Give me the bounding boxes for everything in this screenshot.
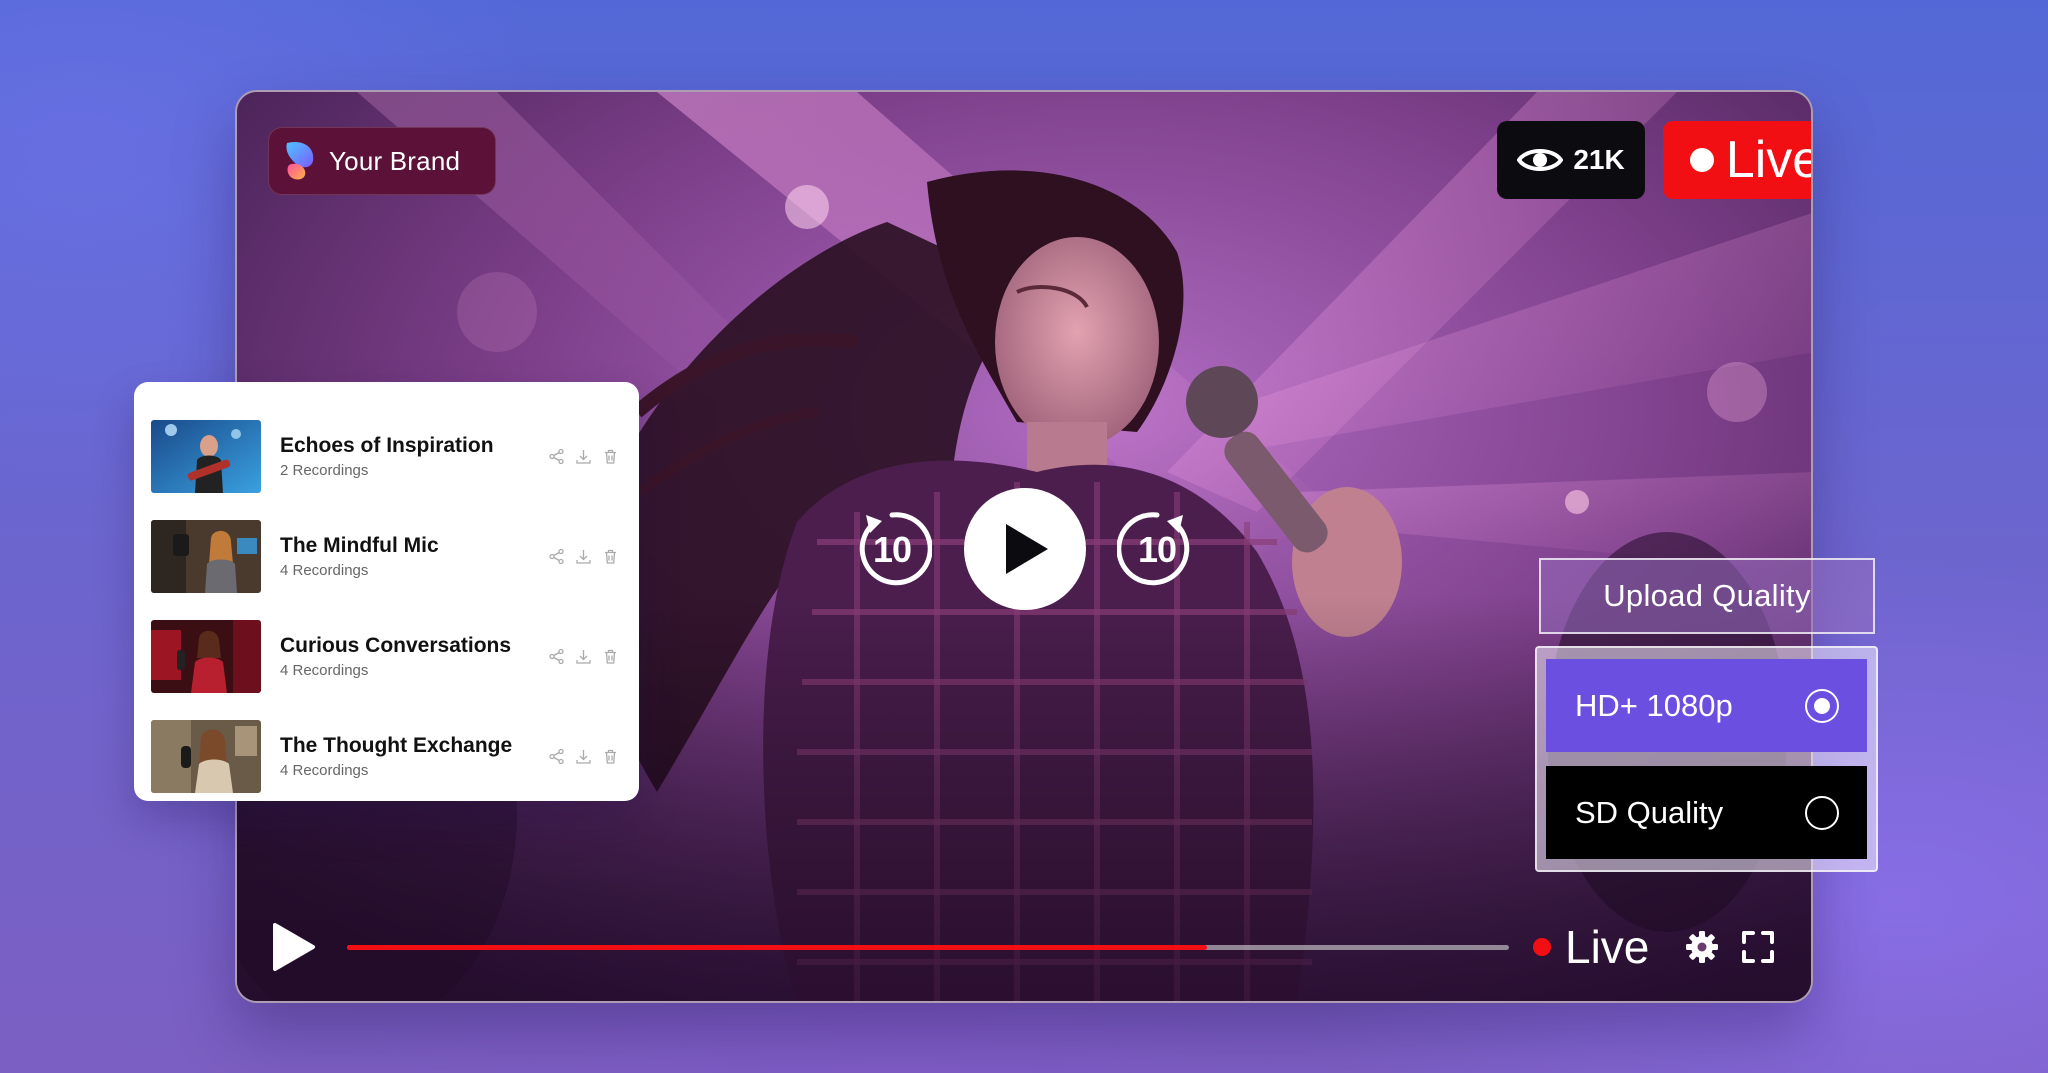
list-item[interactable]: Echoes of Inspiration 2 Recordings: [151, 406, 619, 506]
thumbnail: [151, 719, 261, 793]
recording-title: The Mindful Mic: [280, 533, 439, 557]
recording-title: The Thought Exchange: [280, 733, 513, 757]
center-playback-controls: 10 10: [852, 487, 1197, 611]
forward-10-button[interactable]: 10: [1116, 509, 1197, 589]
live-badge: Live: [1663, 121, 1813, 199]
quality-option-label: HD+ 1080p: [1575, 687, 1733, 723]
viewer-count: 21K: [1573, 144, 1625, 175]
viewer-count-badge: 21K: [1497, 121, 1645, 199]
progress-fill: [347, 944, 1207, 950]
play-icon[interactable]: [269, 921, 317, 973]
quality-option-sd[interactable]: SD Quality: [1546, 766, 1867, 859]
list-item[interactable]: Curious Conversations 4 Recordings: [151, 606, 619, 706]
brand-badge: Your Brand: [268, 127, 496, 195]
item-actions: [548, 648, 619, 665]
rewind-10-label: 10: [872, 529, 912, 570]
eye-icon: [1517, 149, 1564, 171]
live-status-label: Live: [1565, 921, 1650, 973]
share-icon[interactable]: [548, 548, 565, 565]
progress-bar[interactable]: [347, 944, 1509, 950]
butterfly-logo-icon: [286, 141, 314, 180]
player-control-bar: Live: [269, 915, 1779, 979]
radio-unselected[interactable]: [1805, 795, 1839, 830]
share-icon[interactable]: [548, 748, 565, 765]
thumbnail: [151, 519, 261, 593]
play-icon: [1005, 524, 1048, 574]
gear-icon[interactable]: [1685, 930, 1719, 964]
list-item[interactable]: The Thought Exchange 4 Recordings: [151, 706, 619, 806]
play-button[interactable]: [963, 488, 1086, 610]
quality-option-label: SD Quality: [1575, 794, 1724, 830]
share-icon[interactable]: [548, 448, 565, 465]
live-indicator-dot: [1689, 148, 1714, 172]
quality-option-hd[interactable]: HD+ 1080p: [1546, 659, 1867, 752]
item-actions: [548, 448, 619, 465]
brand-name: Your Brand: [329, 145, 461, 176]
download-icon[interactable]: [575, 548, 592, 565]
recording-title: Curious Conversations: [280, 633, 512, 657]
recordings-playlist: Echoes of Inspiration 2 Recordings The M…: [134, 382, 639, 801]
rewind-10-button[interactable]: 10: [852, 509, 933, 589]
recording-count: 2 Recordings: [280, 462, 369, 480]
item-actions: [548, 548, 619, 565]
download-icon[interactable]: [575, 448, 592, 465]
recording-title: Echoes of Inspiration: [280, 433, 494, 457]
download-icon[interactable]: [575, 648, 592, 665]
forward-10-label: 10: [1137, 529, 1177, 570]
item-actions: [548, 748, 619, 765]
share-icon[interactable]: [548, 648, 565, 665]
upload-quality-title: Upload Quality: [1603, 578, 1811, 613]
trash-icon[interactable]: [602, 748, 619, 765]
recording-count: 4 Recordings: [280, 562, 369, 580]
list-item[interactable]: The Mindful Mic 4 Recordings: [151, 506, 619, 606]
recording-count: 4 Recordings: [280, 662, 369, 680]
live-badge-label: Live: [1725, 131, 1813, 189]
download-icon[interactable]: [575, 748, 592, 765]
live-status: Live: [1533, 924, 1649, 970]
trash-icon[interactable]: [602, 548, 619, 565]
radio-dot: [1814, 697, 1830, 714]
thumbnail: [151, 419, 261, 493]
thumbnail: [151, 619, 261, 693]
upload-quality-header[interactable]: Upload Quality: [1539, 558, 1875, 634]
radio-selected[interactable]: [1805, 688, 1839, 723]
quality-options: HD+ 1080p SD Quality: [1535, 646, 1878, 872]
fullscreen-icon[interactable]: [1741, 930, 1775, 964]
trash-icon[interactable]: [602, 448, 619, 465]
live-indicator-dot: [1533, 938, 1551, 956]
recording-count: 4 Recordings: [280, 762, 369, 780]
trash-icon[interactable]: [602, 648, 619, 665]
